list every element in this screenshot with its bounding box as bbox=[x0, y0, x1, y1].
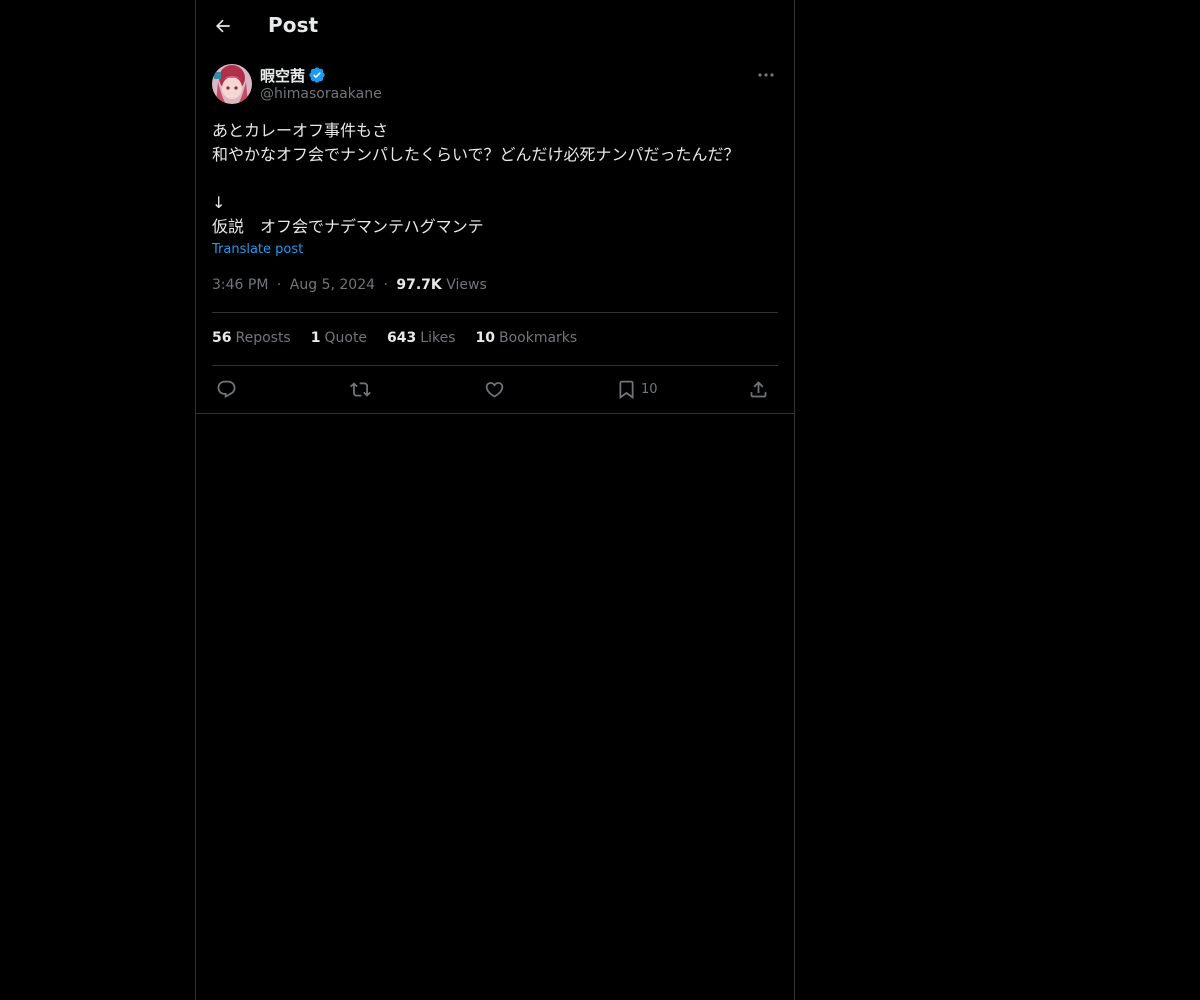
post-date[interactable]: Aug 5, 2024 bbox=[290, 277, 375, 293]
page-title: Post bbox=[268, 13, 319, 37]
bookmarks-label: Bookmarks bbox=[498, 330, 578, 346]
display-name[interactable]: 暇空茜 bbox=[260, 65, 305, 86]
views-label: Views bbox=[446, 277, 487, 293]
translate-post-link[interactable]: Translate post bbox=[212, 242, 303, 257]
repost-icon bbox=[350, 381, 371, 397]
likes-stat[interactable]: 643 Likes bbox=[387, 330, 455, 346]
bookmarks-stat[interactable]: 10 Bookmarks bbox=[476, 330, 578, 346]
divider bbox=[212, 365, 778, 366]
meta-separator: · bbox=[383, 277, 388, 293]
reposts-label: Reposts bbox=[235, 330, 291, 346]
reposts-count: 56 bbox=[212, 330, 232, 346]
reposts-stat[interactable]: 56 Reposts bbox=[212, 330, 291, 346]
post-column: Post 暇空茜 @himasoraakane あとカレーオフ事件もさ 和やかな… bbox=[195, 0, 795, 1000]
divider bbox=[212, 312, 778, 313]
bookmark-count: 10 bbox=[641, 381, 658, 397]
post-stats: 56 Reposts 1 Quote 643 Likes 10 Bookmarks bbox=[212, 330, 577, 346]
back-button[interactable] bbox=[208, 11, 238, 41]
arrow-left-icon bbox=[216, 19, 230, 33]
reply-button[interactable] bbox=[216, 375, 237, 403]
divider bbox=[196, 413, 794, 414]
author-row: 暇空茜 @himasoraakane bbox=[212, 64, 778, 108]
more-button[interactable] bbox=[754, 64, 778, 86]
bookmark-button[interactable]: 10 bbox=[616, 375, 658, 403]
meta-separator: · bbox=[276, 277, 282, 293]
post-time[interactable]: 3:46 PM bbox=[212, 277, 268, 293]
likes-count: 643 bbox=[387, 330, 417, 346]
likes-label: Likes bbox=[420, 330, 456, 346]
bookmark-icon bbox=[619, 380, 634, 399]
bookmarks-count: 10 bbox=[475, 330, 495, 346]
header: Post bbox=[196, 0, 794, 53]
quotes-label: Quote bbox=[324, 330, 368, 346]
like-button[interactable] bbox=[484, 375, 505, 403]
quotes-stat[interactable]: 1 Quote bbox=[311, 330, 367, 346]
verified-badge-icon bbox=[309, 67, 325, 83]
reply-icon bbox=[217, 380, 236, 398]
action-bar: 10 bbox=[212, 375, 778, 403]
post-text: あとカレーオフ事件もさ 和やかなオフ会でナンパしたくらいで？どんだけ必死ナンパだ… bbox=[212, 121, 740, 236]
repost-button[interactable] bbox=[350, 375, 371, 403]
post-meta: 3:46 PM · Aug 5, 2024 · 97.7K Views bbox=[212, 277, 487, 293]
share-icon bbox=[750, 380, 767, 397]
views-count: 97.7K bbox=[396, 277, 442, 293]
avatar[interactable] bbox=[212, 64, 252, 104]
heart-icon bbox=[485, 381, 504, 398]
more-icon bbox=[758, 73, 774, 77]
handle[interactable]: @himasoraakane bbox=[260, 86, 382, 102]
quotes-count: 1 bbox=[310, 330, 321, 346]
share-button[interactable] bbox=[748, 375, 769, 403]
